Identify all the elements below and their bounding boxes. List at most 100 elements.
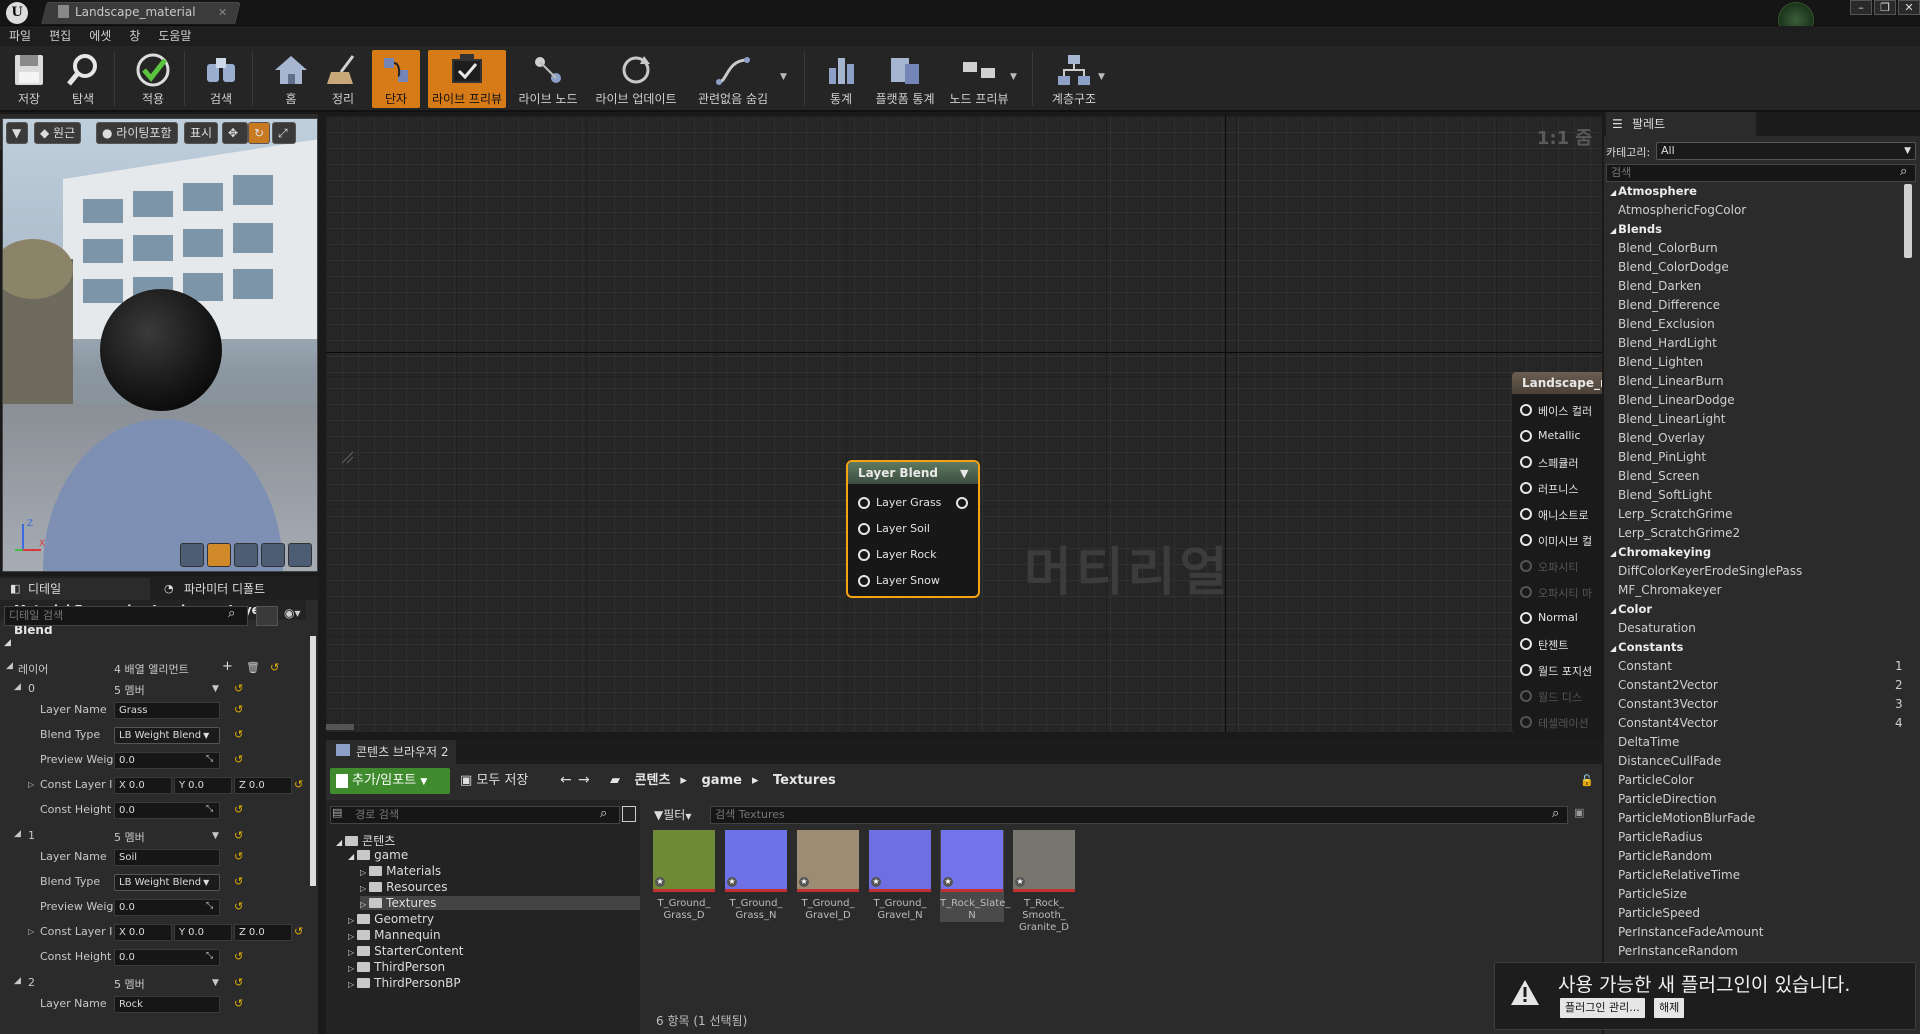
palette-item[interactable]: Blend_Difference — [1618, 298, 1720, 312]
collapse-icon[interactable]: ◢ — [14, 682, 21, 692]
breadcrumb-item[interactable]: game — [701, 773, 741, 788]
back-arrow-icon[interactable]: ← — [560, 772, 572, 788]
reset-icon[interactable]: ↺ — [234, 950, 243, 963]
connectors-button[interactable]: 단자 — [372, 50, 420, 108]
reset-icon[interactable]: ↺ — [234, 997, 243, 1010]
blend-type-select[interactable]: LB Weight Blend ▼ — [114, 727, 220, 744]
input-pin[interactable] — [858, 575, 870, 587]
palette-item[interactable]: ParticleSize — [1618, 887, 1687, 901]
const-layer-y-field[interactable]: Y 0.0 — [174, 924, 232, 941]
category-select[interactable]: All ▼ — [1656, 142, 1916, 160]
result-input-pin[interactable] — [1520, 430, 1532, 442]
reset-icon[interactable]: ↺ — [234, 753, 243, 766]
const-height-field[interactable]: 0.0 — [114, 949, 220, 966]
favorite-star-icon[interactable]: ★ — [727, 877, 737, 887]
chevron-down-icon[interactable]: ▼ — [212, 831, 219, 841]
close-window-button[interactable]: ✕ — [1898, 0, 1920, 15]
rotate-icon[interactable]: ↻ — [248, 122, 270, 144]
palette-item[interactable]: Constant — [1618, 659, 1672, 673]
palette-item[interactable]: ParticleRelativeTime — [1618, 868, 1740, 882]
expand-icon[interactable]: ▷ — [348, 964, 354, 973]
palette-item[interactable]: Blend_HardLight — [1618, 336, 1717, 350]
asset-search-input[interactable]: 검색 Textures — [710, 806, 1568, 824]
expand-icon[interactable]: ◢ — [348, 852, 354, 861]
result-input-pin[interactable] — [1520, 508, 1532, 520]
show-button[interactable]: 표시 — [184, 122, 219, 144]
texture-asset[interactable]: ★ T_Ground_ Gravel_N — [868, 830, 932, 922]
reset-icon[interactable]: ↺ — [234, 829, 243, 842]
cylinder-shape-icon[interactable] — [180, 543, 204, 567]
filter-button[interactable]: ▼필터▼ — [654, 806, 704, 824]
layer-name-field[interactable]: Rock — [114, 996, 220, 1013]
layer-name-field[interactable]: Grass — [114, 702, 220, 719]
reset-icon[interactable]: ↺ — [234, 728, 243, 741]
palette-group[interactable]: ◢ Chromakeying — [1610, 545, 1711, 559]
palette-item[interactable]: ParticleRadius — [1618, 830, 1703, 844]
close-tab-icon[interactable]: ✕ — [218, 6, 227, 19]
lock-icon[interactable]: 🔓 — [1580, 774, 1594, 787]
reset-icon[interactable]: ↺ — [234, 976, 243, 989]
viewport-options-button[interactable]: ▼ — [6, 122, 28, 144]
result-input-pin[interactable] — [1520, 716, 1532, 728]
minimize-button[interactable]: – — [1850, 0, 1872, 15]
texture-asset[interactable]: ★ T_Ground_ Grass_N — [724, 830, 788, 922]
texture-asset[interactable]: ★ T_Ground_ Grass_D — [652, 830, 716, 922]
menu-help[interactable]: 도움말 — [149, 26, 200, 46]
reset-icon[interactable]: ↺ — [294, 925, 303, 938]
palette-group[interactable]: ◢ Blends — [1610, 222, 1662, 236]
palette-item[interactable]: ParticleRandom — [1618, 849, 1712, 863]
maximize-viewport-icon[interactable]: ⤢ — [272, 122, 296, 144]
palette-item[interactable]: Blend_Darken — [1618, 279, 1701, 293]
tree-folder[interactable]: ▷ StarterContent — [348, 944, 464, 958]
const-layer-z-field[interactable]: Z 0.0 — [234, 777, 292, 794]
eye-icon[interactable]: ◉▾ — [284, 606, 301, 620]
const-layer-z-field[interactable]: Z 0.0 — [234, 924, 292, 941]
palette-item[interactable]: Constant3Vector — [1618, 697, 1718, 711]
palette-search-input[interactable]: 검색 — [1606, 164, 1916, 182]
chevron-down-icon[interactable]: ▼ — [212, 978, 219, 988]
blend-type-select[interactable]: LB Weight Blend ▼ — [114, 874, 220, 891]
palette-item[interactable]: Blend_Overlay — [1618, 431, 1705, 445]
hide-unrelated-dropdown-icon[interactable]: ▼ — [780, 72, 787, 82]
sphere-shape-icon[interactable] — [207, 543, 231, 567]
layer-blend-node[interactable]: Layer Blend ▼ Layer Grass Layer Soil Lay… — [846, 460, 980, 598]
live-nodes-button[interactable]: 라이브 노드 — [512, 50, 584, 108]
platform-stats-button[interactable]: 플랫폼 통계 — [872, 50, 938, 108]
palette-item[interactable]: Blend_Exclusion — [1618, 317, 1715, 331]
menu-file[interactable]: 파일 — [0, 26, 40, 46]
expand-icon[interactable]: ◢ — [336, 838, 342, 847]
texture-asset[interactable]: ★ T_Rock_Slate_ N — [940, 830, 1010, 922]
document-tab-label[interactable]: Landscape_material — [58, 5, 238, 23]
reset-icon[interactable]: ↺ — [234, 803, 243, 816]
palette-item[interactable]: Blend_LinearLight — [1618, 412, 1725, 426]
palette-item[interactable]: DeltaTime — [1618, 735, 1679, 749]
favorite-star-icon[interactable]: ★ — [655, 877, 665, 887]
result-input-pin[interactable] — [1520, 690, 1532, 702]
palette-group[interactable]: ◢ Constants — [1610, 640, 1683, 654]
favorite-star-icon[interactable]: ★ — [871, 877, 881, 887]
expand-icon[interactable]: ▷ — [360, 900, 366, 909]
result-input-pin[interactable] — [1520, 664, 1532, 676]
texture-asset[interactable]: ★ T_Rock_ Smooth_ Granite_D — [1012, 830, 1076, 934]
graph-scrollbar[interactable] — [326, 724, 354, 730]
path-search-input[interactable]: 경로 검색 — [330, 806, 620, 824]
clean-up-button[interactable]: 정리 — [320, 50, 366, 108]
reset-icon[interactable]: ↺ — [234, 900, 243, 913]
save-all-button[interactable]: ▣ 모두 저장 — [460, 768, 550, 794]
palette-item[interactable]: PerInstanceFadeAmount — [1618, 925, 1763, 939]
input-pin[interactable] — [858, 523, 870, 535]
palette-item[interactable]: Lerp_ScratchGrime — [1618, 507, 1732, 521]
palette-item[interactable]: DistanceCullFade — [1618, 754, 1721, 768]
manage-plugins-button[interactable]: 플러그인 관리... — [1560, 998, 1645, 1018]
palette-item[interactable]: Constant4Vector — [1618, 716, 1718, 730]
collapse-icon[interactable]: ◢ — [14, 829, 21, 839]
preview-weight-field[interactable]: 0.0 — [114, 752, 220, 769]
find-button[interactable]: 검색 — [198, 50, 244, 108]
palette-item[interactable]: AtmosphericFogColor — [1618, 203, 1746, 217]
apply-button[interactable]: 적용 — [130, 50, 176, 108]
input-pin[interactable] — [858, 549, 870, 561]
palette-scrollbar[interactable] — [1904, 184, 1912, 258]
dismiss-button[interactable]: 해제 — [1654, 998, 1685, 1018]
forward-arrow-icon[interactable]: → — [578, 772, 590, 788]
details-search-input[interactable]: 디테일 검색 — [4, 606, 248, 626]
